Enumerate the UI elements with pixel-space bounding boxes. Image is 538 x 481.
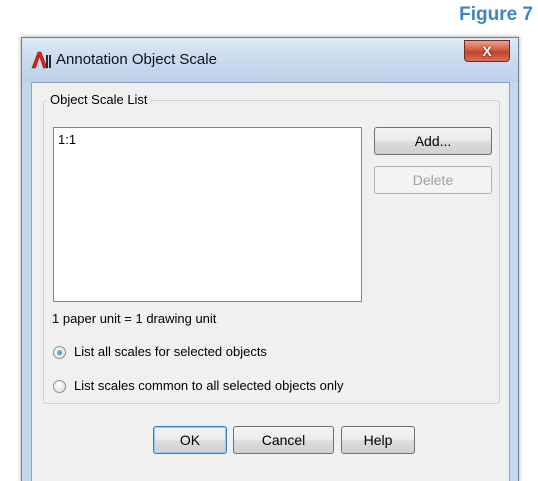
ok-button[interactable]: OK [153,426,227,454]
unit-info-text: 1 paper unit = 1 drawing unit [52,311,217,326]
title-bar[interactable]: Annotation Object Scale X [22,38,518,82]
autocad-app-icon [31,50,53,70]
window-title: Annotation Object Scale [56,51,217,68]
radio-label-list-all-scales[interactable]: List all scales for selected objects [74,344,267,359]
dialog-client-area: Object Scale List 1:1 Add... Delete 1 pa… [31,82,510,481]
scale-list-item[interactable]: 1:1 [58,132,76,147]
delete-button[interactable]: Delete [374,166,492,194]
radio-list-all-scales[interactable] [53,346,66,359]
cancel-button[interactable]: Cancel [233,426,334,454]
add-button[interactable]: Add... [374,127,492,155]
figure-label: Figure 7 [459,4,533,25]
group-legend: Object Scale List [47,92,151,107]
radio-list-common-scales[interactable] [53,380,66,393]
radio-label-list-common-scales[interactable]: List scales common to all selected objec… [74,378,344,393]
screenshot-stage: Figure 7 Annotation Object Scale X Objec… [0,0,538,481]
object-scale-listbox[interactable]: 1:1 [53,127,362,302]
close-button[interactable]: X [464,40,510,62]
close-icon: X [482,43,492,59]
help-button[interactable]: Help [341,426,415,454]
annotation-object-scale-dialog: Annotation Object Scale X Object Scale L… [21,37,519,481]
